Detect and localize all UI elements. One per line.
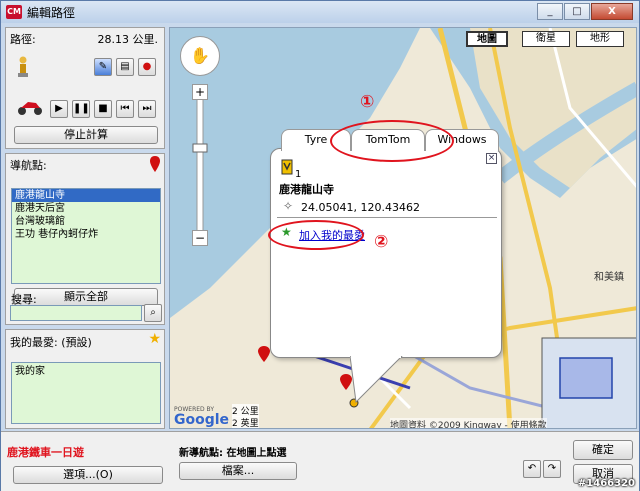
waypoint-item[interactable]: 王功 巷仔內蚵仔炸 — [12, 228, 160, 241]
popup-close-icon[interactable]: × — [486, 153, 497, 164]
waypoint-flag-icon — [281, 159, 293, 175]
previous-button[interactable]: ⏮ — [116, 100, 134, 118]
title-bar: CM 編輯路徑 _ □ X — [1, 1, 639, 23]
start-person-icon[interactable] — [16, 56, 30, 78]
search-input[interactable] — [10, 305, 142, 321]
edit-icon[interactable]: ✎ — [94, 58, 112, 76]
motorcycle-icon — [18, 102, 42, 115]
map-place-label: 和美鎮 — [594, 272, 624, 283]
maximize-button[interactable]: □ — [564, 3, 590, 20]
window-title: 編輯路徑 — [27, 5, 76, 20]
popup-tail — [350, 356, 403, 404]
close-button[interactable]: X — [591, 3, 633, 20]
play-button[interactable]: ▶ — [50, 100, 68, 118]
favorites-group: 我的最愛: (預設) ★ 我的家 — [5, 329, 165, 429]
place-name: 鹿港龍山寺 — [279, 183, 334, 196]
pan-control[interactable]: ✋ — [180, 36, 220, 76]
pause-button[interactable]: ❚❚ — [72, 100, 90, 118]
annotation-number-1: ① — [360, 92, 375, 112]
zoom-out-button[interactable]: − — [192, 230, 208, 246]
favorites-label: 我的最愛: (預設) — [10, 336, 92, 349]
redo-icon[interactable]: ↷ — [543, 460, 561, 478]
annotation-oval-2 — [268, 220, 364, 250]
waypoint-index: 1 — [295, 169, 302, 180]
add-marker-icon[interactable]: ● — [138, 58, 156, 76]
app-icon: CM — [6, 5, 22, 19]
star-icon: ★ — [148, 331, 161, 347]
zoom-in-button[interactable]: + — [192, 84, 208, 100]
print-icon[interactable]: ▤ — [116, 58, 134, 76]
route-distance: 28.13 公里. — [97, 33, 158, 46]
minimize-button[interactable]: _ — [537, 3, 563, 20]
marker-pin-icon — [150, 156, 160, 172]
map-type-satellite[interactable]: 衛星 — [522, 31, 570, 47]
stop-button[interactable]: ■ — [94, 100, 112, 118]
favorite-item[interactable]: 我的家 — [12, 363, 160, 377]
route-group: 路徑: 28.13 公里. ✎ ▤ ● ▶ ❚❚ ■ ⏮ ⏭ 停止計算 — [5, 27, 165, 149]
bottom-bar: 鹿港鐵車一日遊 選項...(O) 新導航點: 在地圖上點選 檔案... ↶ ↷ … — [1, 431, 639, 491]
popup-divider — [277, 217, 497, 218]
waypoint-item[interactable]: 鹿港龍山寺 — [12, 189, 160, 202]
map-view[interactable]: ✋ + − 地圖 衛星 地形 和美鎮 Tyre TomTom Windows ×… — [169, 27, 637, 429]
app-window: CM 編輯路徑 _ □ X 路徑: 28.13 公里. ✎ ▤ ● ▶ ❚❚ ■… — [0, 0, 640, 491]
next-button[interactable]: ⏭ — [138, 100, 156, 118]
window-controls: _ □ X — [536, 3, 633, 20]
map-attribution[interactable]: 地圖資料 ©2009 Kingway - 使用條款 — [390, 418, 547, 428]
place-coords: 24.05041, 120.43462 — [301, 201, 420, 214]
stop-calc-button[interactable]: 停止計算 — [14, 126, 158, 144]
left-panel: 路徑: 28.13 公里. ✎ ▤ ● ▶ ❚❚ ■ ⏮ ⏭ 停止計算 導航點:… — [5, 27, 165, 429]
trip-name: 鹿港鐵車一日遊 — [7, 446, 84, 459]
annotation-oval-1 — [330, 120, 454, 162]
waypoints-label: 導航點: — [10, 159, 47, 172]
waypoint-item[interactable]: 台灣玻璃館 — [12, 215, 160, 228]
map-type-terrain[interactable]: 地形 — [576, 31, 624, 47]
search-icon[interactable]: ⌕ — [144, 304, 162, 322]
new-point-hint: 新導航點: 在地圖上點選 — [179, 448, 287, 459]
ok-button[interactable]: 確定 — [573, 440, 633, 460]
file-button[interactable]: 檔案... — [179, 462, 297, 480]
options-button[interactable]: 選項...(O) — [13, 466, 163, 484]
route-label: 路徑: — [10, 33, 36, 46]
info-popup: Tyre TomTom Windows × 1 鹿港龍山寺 ✧ 24.05041… — [270, 129, 502, 358]
map-type-map[interactable]: 地圖 — [466, 31, 508, 47]
waypoints-list[interactable]: 鹿港龍山寺 鹿港天后宮 台灣玻璃館 王功 巷仔內蚵仔炸 — [11, 188, 161, 284]
google-logo: Google — [174, 412, 230, 428]
crosshair-icon: ✧ — [283, 199, 294, 213]
waypoint-item[interactable]: 鹿港天后宮 — [12, 202, 160, 215]
favorites-list[interactable]: 我的家 — [11, 362, 161, 424]
scale-mile: 2 英里 — [232, 416, 259, 428]
annotation-number-2: ② — [374, 232, 389, 252]
watermark: #1466320 — [577, 478, 635, 489]
undo-icon[interactable]: ↶ — [523, 460, 541, 478]
